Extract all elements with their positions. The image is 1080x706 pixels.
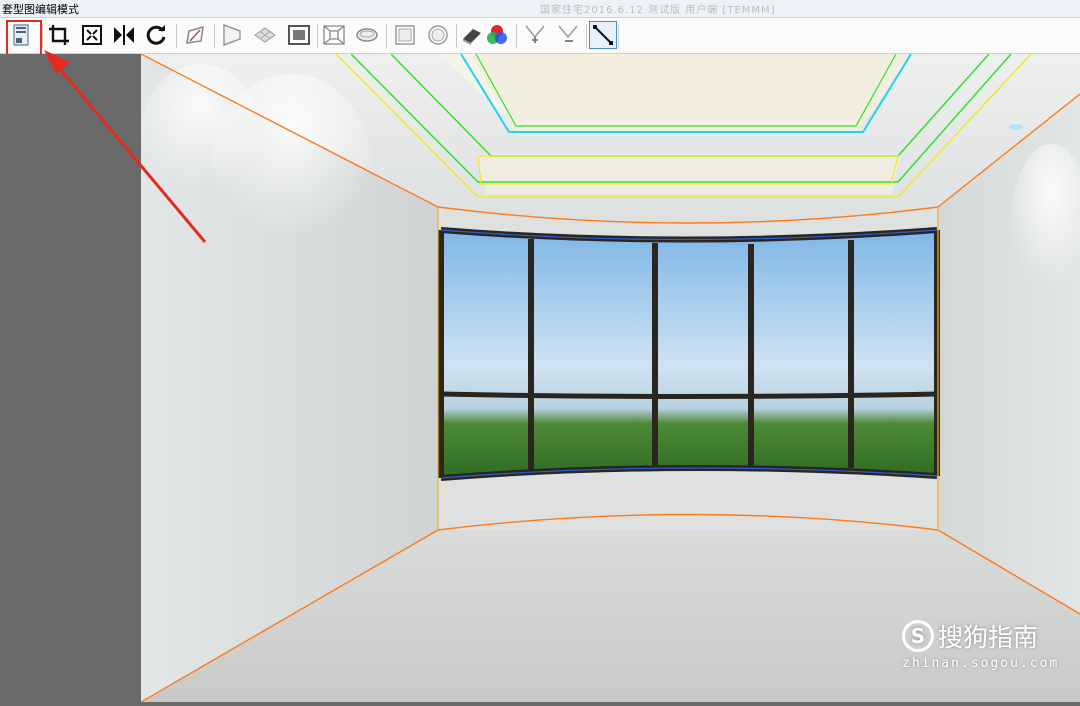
sogou-logo-icon: S [902, 620, 934, 652]
watermark-logo: S 搜狗指南 [902, 618, 1059, 654]
red-arrow-annotation [44, 50, 207, 243]
sogou-watermark: S 搜狗指南 zhinan.sogou.com [902, 618, 1059, 671]
watermark-brand: 搜狗指南 [938, 623, 1039, 652]
watermark-url: zhinan.sogou.com [902, 656, 1060, 671]
